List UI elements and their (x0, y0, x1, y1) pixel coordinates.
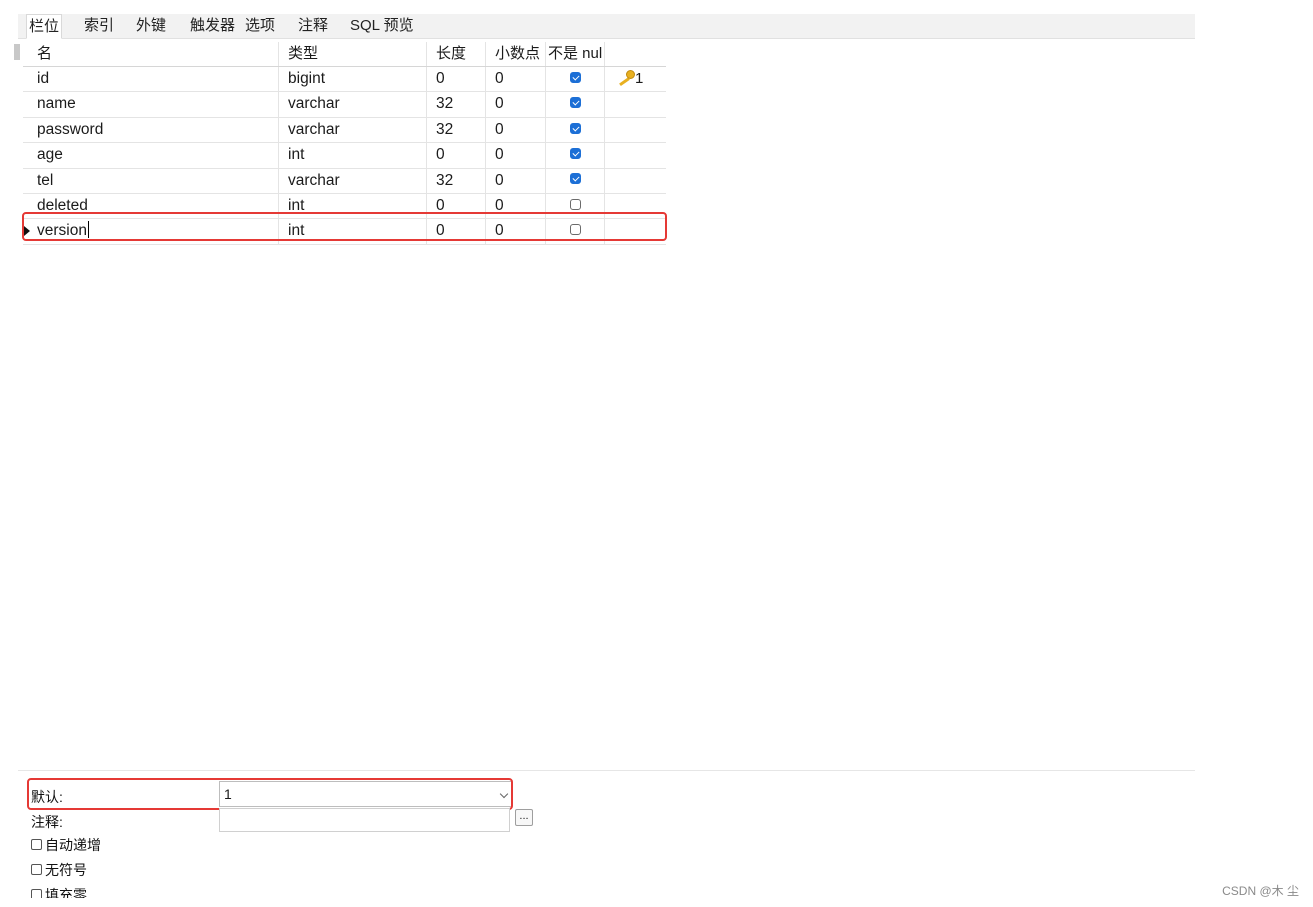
table-row[interactable]: name varchar 32 0 (23, 92, 666, 118)
not-null-checkbox[interactable] (569, 173, 581, 185)
header-not-null[interactable]: 不是 nul (545, 42, 604, 66)
field-type-cell[interactable]: bigint (278, 67, 426, 92)
field-type-cell[interactable]: int (278, 219, 426, 244)
not-null-checkbox[interactable] (569, 71, 581, 83)
watermark: CSDN @木 尘 (1222, 884, 1299, 898)
field-name-cell[interactable]: age (28, 143, 278, 167)
primary-key-icon (617, 69, 635, 86)
header-decimals[interactable]: 小数点 (485, 42, 545, 66)
table-row[interactable]: tel varchar 32 0 (23, 168, 666, 194)
zerofill-option[interactable]: 填充零 (31, 885, 87, 898)
field-length-cell[interactable]: 32 (426, 92, 485, 117)
zerofill-checkbox[interactable] (31, 889, 42, 898)
header-name[interactable]: 名 (28, 42, 278, 66)
field-decimals-cell[interactable]: 0 (485, 168, 545, 193)
key-cell[interactable] (604, 168, 666, 193)
table-row-selected[interactable]: version int 0 0 (23, 219, 666, 245)
tab-sql-preview[interactable]: SQL 预览 (348, 16, 416, 36)
field-decimals-cell[interactable]: 0 (485, 193, 545, 219)
zerofill-label: 填充零 (45, 887, 87, 898)
tab-bar: 栏位 索引 外键 触发器 选项 注释 SQL 预览 (18, 14, 1195, 39)
not-null-cell (545, 143, 604, 168)
field-type-cell[interactable]: int (278, 193, 426, 219)
not-null-cell (545, 193, 604, 219)
row-marker-strip (14, 44, 20, 60)
field-decimals-cell[interactable]: 0 (485, 92, 545, 117)
header-key[interactable] (604, 42, 666, 66)
field-name-cell[interactable]: id (28, 67, 278, 91)
field-decimals-cell[interactable]: 0 (485, 143, 545, 168)
field-type-cell[interactable]: varchar (278, 92, 426, 117)
tab-foreign-keys[interactable]: 外键 (134, 16, 168, 36)
field-length-cell[interactable]: 0 (426, 143, 485, 168)
field-length-cell[interactable]: 32 (426, 117, 485, 143)
tab-comment[interactable]: 注释 (296, 16, 330, 36)
table-designer: 栏位 索引 外键 触发器 选项 注释 SQL 预览 名 类型 长度 小数点 不是… (14, 14, 1195, 898)
field-name-cell[interactable]: version (28, 219, 278, 243)
not-null-checkbox[interactable] (569, 122, 581, 134)
grid-header: 名 类型 长度 小数点 不是 nul (23, 42, 666, 67)
key-cell[interactable] (604, 219, 666, 244)
tab-triggers[interactable]: 触发器 (188, 16, 237, 36)
tab-indexes[interactable]: 索引 (82, 16, 116, 36)
not-null-cell (545, 219, 604, 244)
field-name-cell[interactable]: deleted (28, 194, 278, 218)
default-value: 1 (224, 786, 232, 802)
table-row[interactable]: age int 0 0 (23, 143, 666, 169)
not-null-checkbox[interactable] (569, 198, 581, 210)
field-name-cell[interactable]: password (28, 118, 278, 142)
not-null-checkbox[interactable] (569, 148, 581, 160)
field-type-cell[interactable]: varchar (278, 117, 426, 143)
text-caret (87, 221, 89, 239)
field-length-cell[interactable]: 0 (426, 219, 485, 244)
table-row[interactable]: deleted int 0 0 (23, 193, 666, 220)
not-null-cell (545, 67, 604, 92)
header-length[interactable]: 长度 (426, 42, 485, 66)
unsigned-checkbox[interactable] (31, 864, 42, 876)
field-type-cell[interactable]: varchar (278, 168, 426, 193)
field-length-cell[interactable]: 32 (426, 168, 485, 193)
auto-increment-label: 自动递增 (45, 837, 101, 853)
field-type-cell[interactable]: int (278, 143, 426, 168)
unsigned-option[interactable]: 无符号 (31, 860, 87, 880)
field-decimals-cell[interactable]: 0 (485, 117, 545, 143)
field-decimals-cell[interactable]: 0 (485, 219, 545, 244)
key-cell[interactable] (604, 143, 666, 168)
unsigned-label: 无符号 (45, 862, 87, 878)
properties-separator (18, 770, 1195, 771)
field-name-cell[interactable]: tel (28, 169, 278, 193)
auto-increment-checkbox[interactable] (31, 839, 42, 851)
table-row[interactable]: password varchar 32 0 (23, 117, 666, 144)
not-null-checkbox[interactable] (569, 97, 581, 109)
tab-fields[interactable]: 栏位 (26, 14, 63, 39)
comment-label: 注释: (31, 814, 63, 830)
not-null-cell (545, 92, 604, 117)
auto-increment-option[interactable]: 自动递增 (31, 835, 101, 855)
default-value-combobox[interactable]: 1 (219, 781, 512, 807)
fields-grid: 名 类型 长度 小数点 不是 nul id bigint 0 0 1 name … (23, 42, 666, 245)
key-cell[interactable] (604, 92, 666, 117)
key-cell[interactable] (604, 193, 666, 219)
tab-options[interactable]: 选项 (243, 16, 277, 36)
default-label: 默认: (31, 789, 63, 805)
not-null-cell (545, 168, 604, 193)
chevron-down-icon[interactable] (499, 789, 509, 799)
key-cell[interactable]: 1 (604, 67, 666, 92)
header-type[interactable]: 类型 (278, 42, 426, 66)
key-cell[interactable] (604, 117, 666, 143)
key-position: 1 (635, 70, 644, 87)
field-name-editing[interactable]: version (37, 222, 87, 239)
field-length-cell[interactable]: 0 (426, 67, 485, 92)
comment-input[interactable] (219, 808, 510, 832)
table-row[interactable]: id bigint 0 0 1 (23, 67, 666, 93)
comment-ellipsis-button[interactable]: ... (515, 809, 533, 826)
not-null-cell (545, 117, 604, 143)
field-decimals-cell[interactable]: 0 (485, 67, 545, 92)
field-name-cell[interactable]: name (28, 92, 278, 116)
not-null-checkbox[interactable] (569, 224, 581, 236)
field-length-cell[interactable]: 0 (426, 193, 485, 219)
